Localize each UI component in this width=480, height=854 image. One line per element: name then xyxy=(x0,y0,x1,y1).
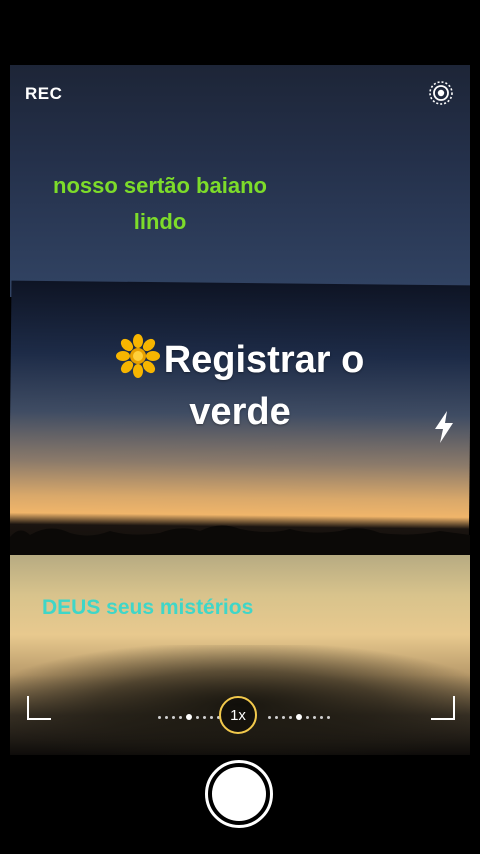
zoom-tick xyxy=(327,715,330,719)
settings-icon[interactable] xyxy=(428,80,454,106)
zoom-tick xyxy=(306,715,309,719)
zoom-tick xyxy=(313,715,316,719)
shutter-inner xyxy=(212,767,266,821)
focus-corner-right xyxy=(431,696,455,720)
flower-icon xyxy=(115,334,160,378)
zoom-tick xyxy=(203,715,206,719)
zoom-tick-major xyxy=(186,714,192,720)
caption-main-text: Registrar o verde xyxy=(163,339,365,433)
zoom-scale-right[interactable] xyxy=(268,712,330,722)
zoom-tick xyxy=(282,715,285,719)
zoom-tick xyxy=(158,715,161,719)
zoom-tick xyxy=(196,715,199,719)
caption-green: nosso sertão baiano lindo xyxy=(53,173,267,234)
zoom-tick xyxy=(320,715,323,719)
caption-main: Registrar o verde xyxy=(90,334,390,438)
zoom-scale-left[interactable] xyxy=(158,712,220,722)
zoom-tick xyxy=(179,715,182,719)
zoom-tick xyxy=(275,715,278,719)
zoom-tick xyxy=(268,715,271,719)
zoom-button[interactable]: 1x xyxy=(219,696,257,734)
focus-corner-left xyxy=(27,696,51,720)
zoom-tick xyxy=(210,715,213,719)
zoom-tick xyxy=(172,715,175,719)
rec-indicator[interactable]: REC xyxy=(25,84,62,104)
flash-icon[interactable] xyxy=(432,410,456,444)
zoom-tick-major xyxy=(296,714,302,720)
caption-cyan: DEUS seus mistérios xyxy=(42,596,254,619)
zoom-tick xyxy=(289,715,292,719)
zoom-tick xyxy=(165,715,168,719)
shutter-button[interactable] xyxy=(205,760,273,828)
